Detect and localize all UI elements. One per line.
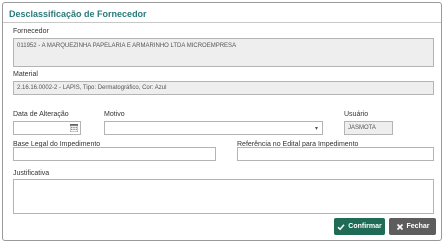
motivo-label: Motivo <box>104 111 125 118</box>
check-icon <box>337 223 345 230</box>
justificativa-label: Justificativa <box>13 170 50 177</box>
title-divider <box>3 22 441 23</box>
fornecedor-label: Fornecedor <box>13 28 49 35</box>
usuario-label: Usuário <box>344 111 369 118</box>
fechar-label: Fechar <box>406 223 430 230</box>
fornecedor-field: 011952 - A MARQUEZINHA PAPELARIA E ARMAR… <box>13 38 434 67</box>
calendar-icon[interactable] <box>70 124 78 132</box>
dialog-title: Desclassificação de Fornecedor <box>9 9 147 19</box>
data-alteracao-label: Data de Alteração <box>13 111 69 118</box>
confirmar-label: Confirmar <box>348 223 382 230</box>
justificativa-textarea[interactable] <box>13 179 434 214</box>
material-field: 2.16.16.0002-2 - LAPIS, Tipo: Dermatográ… <box>13 81 434 95</box>
desclassificacao-dialog: Desclassificação de Fornecedor Fornecedo… <box>2 2 442 241</box>
confirmar-button[interactable]: Confirmar <box>334 218 385 235</box>
referencia-edital-input[interactable] <box>237 147 434 161</box>
base-legal-input[interactable] <box>13 147 216 161</box>
fechar-button[interactable]: Fechar <box>389 218 436 235</box>
close-icon <box>396 223 403 230</box>
chevron-down-icon: ▾ <box>314 126 318 132</box>
usuario-field: JASMOTA <box>344 121 393 135</box>
material-label: Material <box>13 71 38 78</box>
data-alteracao-input[interactable] <box>13 121 81 135</box>
motivo-select[interactable]: ▾ <box>104 121 323 135</box>
